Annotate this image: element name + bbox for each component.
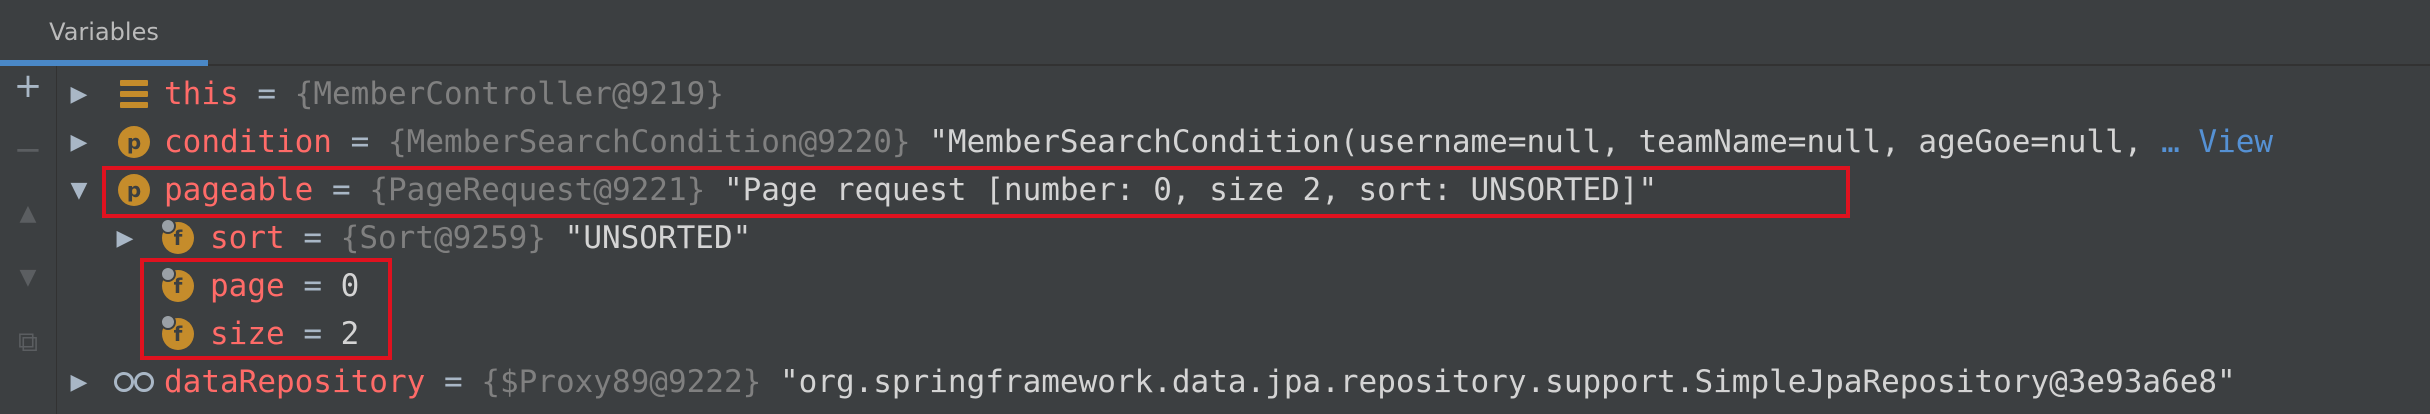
expand-arrow-icon[interactable]: ▶ [66,81,92,107]
lock-icon [160,218,176,234]
tab-variables[interactable]: Variables [0,0,208,64]
debugger-toolbar: + − ▲ ▼ ⧉ [0,66,57,414]
variable-reference: {$Proxy89@9222} [481,364,762,400]
plus-icon[interactable]: + [8,66,48,106]
variable-name: dataRepository [164,364,426,400]
variable-value: "MemberSearchCondition(username=null, te… [929,124,2143,160]
expand-arrow-icon[interactable]: ▶ [66,369,92,395]
minus-icon[interactable]: − [8,130,48,170]
equals-sign: = [443,364,463,400]
variable-value: "UNSORTED" [564,220,752,256]
variable-reference: {MemberSearchCondition@9220} [388,124,911,160]
equals-sign: = [303,220,322,256]
variable-row-datarepository[interactable]: ▶ dataRepository = {$Proxy89@9222} "org.… [56,358,2426,406]
arrow-down-icon[interactable]: ▼ [8,258,48,298]
variables-tree: ▶ this = {MemberController@9219} ▶ p con… [56,66,2430,414]
variable-row-sort[interactable]: ▶ f sort = {Sort@9259} "UNSORTED" [56,214,2426,262]
variable-reference: {MemberController@9219} [294,76,724,112]
glasses-icon [114,370,154,394]
panel-header: Variables [0,0,2430,66]
variable-reference: {Sort@9259} [340,220,546,256]
variable-name: this [164,76,239,112]
equals-sign: = [257,76,276,112]
tab-variables-label: Variables [49,18,159,46]
collapse-arrow-icon[interactable]: ▼ [66,177,92,203]
highlight-box-pageable [102,166,1850,218]
expand-arrow-icon[interactable]: ▶ [66,129,92,155]
variable-value: "org.springframework.data.jpa.repository… [779,364,2236,400]
view-link[interactable]: … View [2161,124,2273,160]
highlight-box-page-size [140,258,392,360]
f-icon: f [160,218,194,254]
variable-row-page[interactable]: f page = 0 [56,262,2426,310]
variable-name: sort [210,220,285,256]
stack-icon [120,80,148,108]
p-icon: p [118,126,150,158]
equals-sign: = [350,124,370,160]
variable-row-size[interactable]: f size = 2 [56,310,2426,358]
variable-name: condition [164,124,332,160]
variable-row-this[interactable]: ▶ this = {MemberController@9219} [56,70,2426,118]
copy-icon[interactable]: ⧉ [8,322,48,362]
expand-arrow-icon[interactable]: ▶ [112,225,138,251]
arrow-up-icon[interactable]: ▲ [8,194,48,234]
variable-row-condition[interactable]: ▶ p condition = {MemberSearchCondition@9… [56,118,2426,166]
